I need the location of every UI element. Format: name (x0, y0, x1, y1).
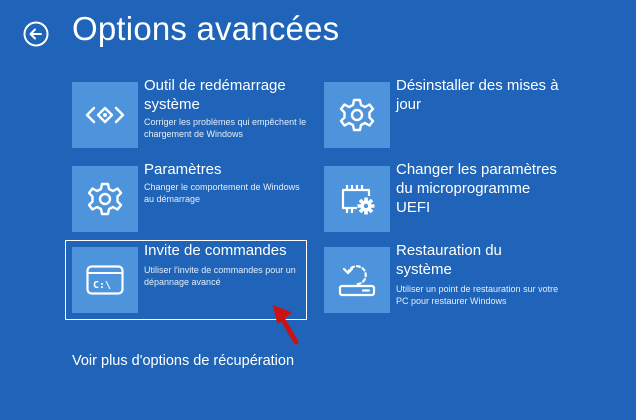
system-restore-icon (338, 265, 376, 297)
tile-heading: Outil de redémarrage système (144, 77, 286, 113)
tile-startup-repair[interactable]: Outil de redémarrage système Corriger le… (66, 76, 306, 154)
gear-icon (339, 98, 375, 132)
tile-description: Corriger les problèmes qui empêchent le … (144, 117, 307, 139)
gear-icon (87, 182, 123, 216)
tile-icon-box (72, 82, 138, 148)
tile-system-restore[interactable]: Restauration du système Utiliser un poin… (318, 241, 558, 319)
back-button[interactable] (23, 21, 49, 47)
tile-uefi-firmware[interactable]: Changer les paramètres du microprogramme… (318, 160, 558, 238)
tile-description: Utiliser l'invite de commandes pour un d… (144, 265, 296, 287)
tile-description: Utiliser un point de restauration sur vo… (396, 284, 559, 306)
tile-heading: Désinstaller des mises à jour (396, 77, 559, 113)
command-prompt-icon: C:\ (86, 265, 124, 295)
prompt-text: C:\ (93, 280, 111, 291)
tile-icon-box (324, 166, 390, 232)
tile-heading: Restauration du système (396, 242, 502, 278)
tile-icon-box: C:\ (72, 247, 138, 313)
tile-description: Changer le comportement de Windows au dé… (144, 182, 300, 204)
tile-heading: Changer les paramètres du microprogramme… (396, 161, 557, 216)
tile-icon-box (324, 82, 390, 148)
back-arrow-icon (23, 21, 49, 47)
chip-gear-icon (341, 185, 375, 215)
startup-repair-icon (85, 106, 125, 124)
tile-heading: Paramètres (144, 161, 222, 178)
annotation-arrow-icon (272, 304, 299, 345)
tile-icon-box (72, 166, 138, 232)
tile-heading: Invite de commandes (144, 242, 287, 259)
tile-uninstall-updates[interactable]: Désinstaller des mises à jour (318, 76, 559, 154)
tile-startup-settings[interactable]: Paramètres Changer le comportement de Wi… (66, 160, 306, 238)
tile-icon-box (324, 247, 390, 313)
page-title: Options avancées (72, 10, 340, 47)
more-recovery-options-link[interactable]: Voir plus d'options de récupération (72, 353, 294, 369)
